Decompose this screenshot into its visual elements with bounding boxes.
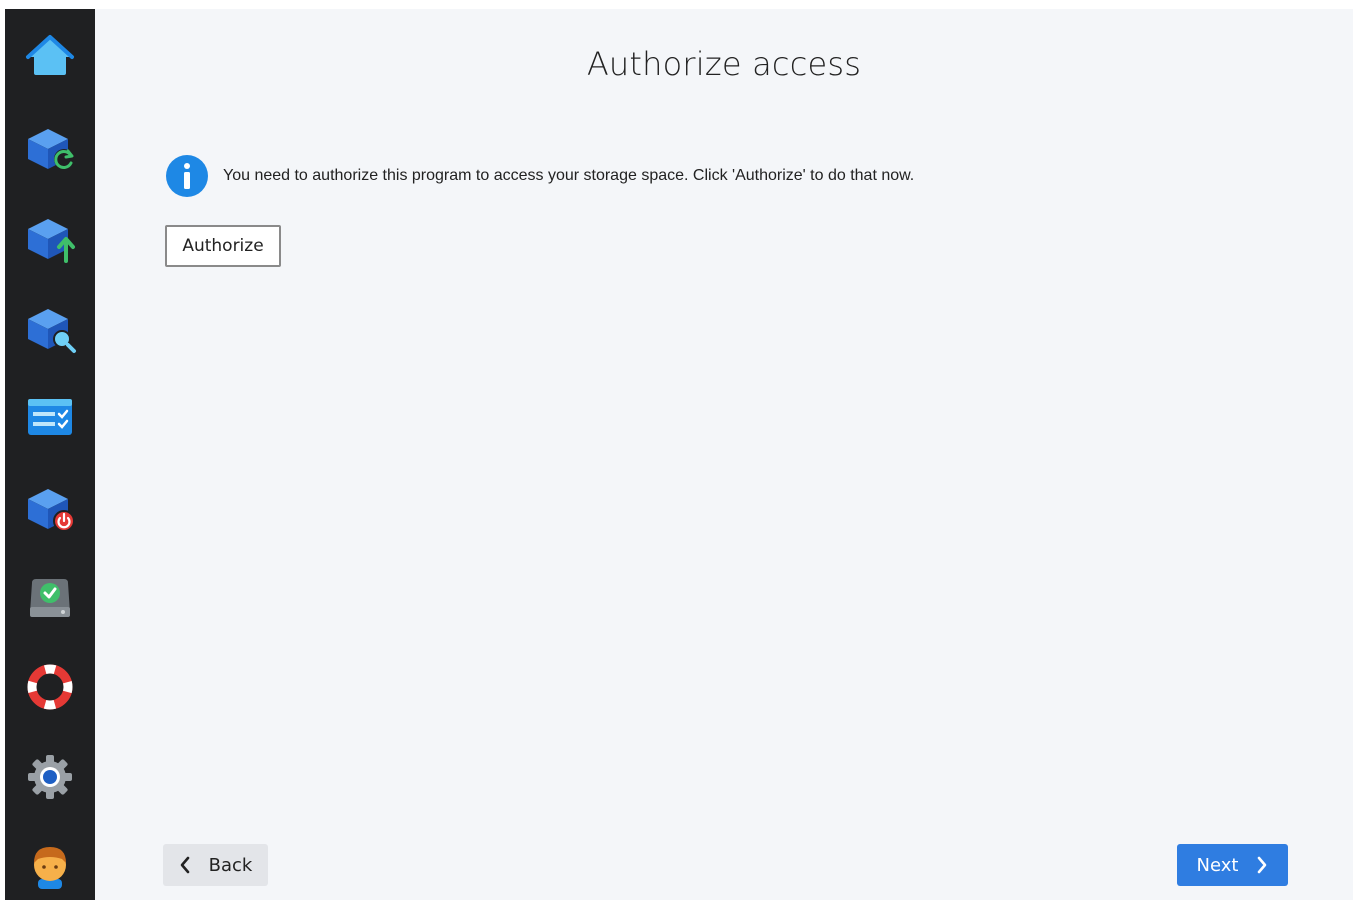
- info-icon: [166, 155, 208, 197]
- page-title: Authorize access: [586, 45, 862, 83]
- info-message-row: You need to authorize this program to ac…: [165, 153, 914, 199]
- chevron-right-icon: [1258, 856, 1267, 874]
- sidebar-item-backup-upload[interactable]: [5, 197, 95, 277]
- sidebar: [5, 9, 95, 900]
- sidebar-item-account[interactable]: [5, 825, 95, 900]
- sidebar-item-home[interactable]: [5, 17, 95, 97]
- lifebuoy-icon: [27, 664, 73, 710]
- back-button-label: Back: [208, 854, 253, 876]
- task-list-icon: [28, 399, 72, 435]
- app-window: Authorize access You need to authorize t…: [5, 9, 1353, 900]
- backup-search-icon: [28, 309, 76, 353]
- sidebar-item-backup-sync[interactable]: [5, 107, 95, 187]
- chevron-left-icon: [180, 856, 189, 874]
- sidebar-item-backup-power[interactable]: [5, 467, 95, 547]
- drive-check-icon: [30, 579, 70, 617]
- next-button-label: Next: [1196, 854, 1239, 876]
- backup-power-icon: [28, 489, 75, 532]
- sidebar-item-tasks[interactable]: [5, 377, 95, 457]
- sidebar-item-backup-search[interactable]: [5, 287, 95, 367]
- backup-upload-icon: [28, 219, 75, 263]
- main-content: Authorize access You need to authorize t…: [95, 9, 1353, 900]
- back-button[interactable]: Back: [163, 844, 268, 886]
- sidebar-item-settings[interactable]: [5, 737, 95, 817]
- info-message: You need to authorize this program to ac…: [223, 167, 915, 184]
- settings-gear-icon: [28, 755, 72, 799]
- sidebar-item-help[interactable]: [5, 647, 95, 727]
- sidebar-item-drive[interactable]: [5, 557, 95, 637]
- user-avatar-icon: [34, 847, 66, 889]
- home-icon: [26, 35, 74, 75]
- authorize-button[interactable]: Authorize: [165, 225, 281, 267]
- backup-sync-icon: [28, 129, 74, 169]
- next-button[interactable]: Next: [1177, 844, 1288, 886]
